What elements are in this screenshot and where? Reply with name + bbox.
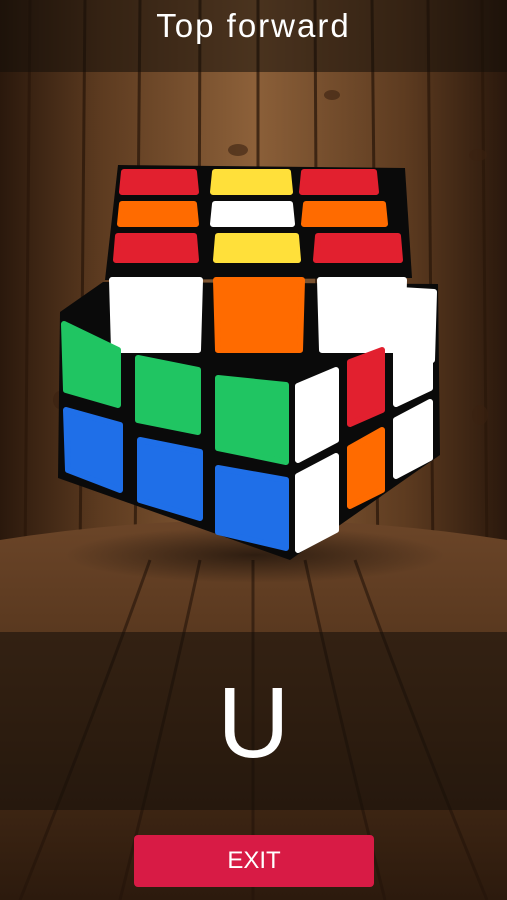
move-notation: U (217, 667, 290, 779)
front-face-sticker (215, 465, 289, 551)
right-face-sticker (347, 347, 385, 427)
top-face-sticker (213, 233, 301, 263)
top-face-sticker (210, 169, 293, 195)
top-face-sticker (113, 233, 199, 263)
top-layer-front-sticker (213, 277, 305, 353)
top-face-sticker (117, 201, 199, 227)
move-notation-panel: U (0, 632, 507, 810)
top-face-sticker (301, 201, 388, 227)
front-face-sticker (215, 375, 289, 465)
page-title: Top forward (156, 7, 351, 44)
right-face-sticker (295, 453, 339, 553)
top-layer-right-sticker (352, 282, 387, 351)
top-face-sticker (119, 169, 199, 195)
right-face-sticker (393, 327, 433, 407)
exit-button[interactable]: EXIT (134, 835, 374, 887)
header-bar: Top forward (0, 0, 507, 72)
front-face-sticker (135, 355, 201, 435)
top-face-sticker (313, 233, 403, 263)
top-layer-front-sticker (109, 277, 203, 353)
top-face-sticker (210, 201, 295, 227)
top-face-sticker (299, 169, 379, 195)
